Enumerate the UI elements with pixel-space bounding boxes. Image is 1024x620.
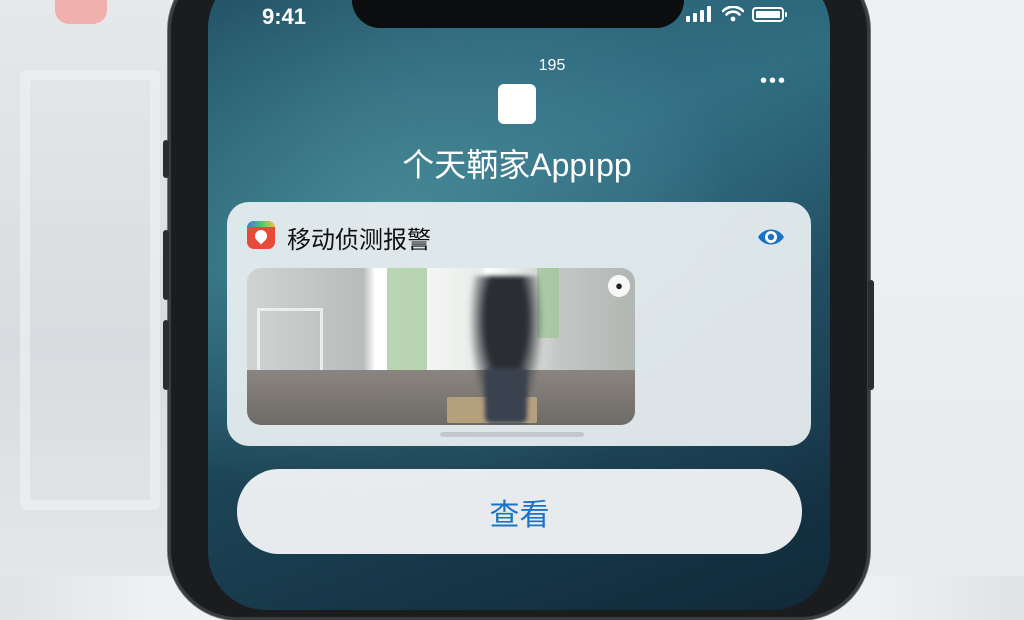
card-grabber[interactable] (440, 432, 584, 437)
background-right (864, 0, 1024, 576)
notification-counter: 195 (538, 57, 566, 74)
background-app-icon (55, 0, 107, 24)
battery-icon (752, 6, 787, 22)
card-app-icon (247, 221, 275, 249)
more-icon[interactable]: ••• (760, 70, 787, 93)
snapshot-person-legs (485, 368, 527, 423)
phone-volume-up (163, 230, 169, 300)
notification-title: 移动侦测报警 (287, 227, 431, 254)
signal-icon (686, 6, 711, 22)
eye-icon (758, 229, 784, 245)
background-window (20, 70, 160, 510)
app-title: 个天鞆家Appıpp (402, 147, 632, 183)
camera-badge-icon: ● (608, 275, 630, 297)
wifi-icon (722, 6, 744, 22)
status-icons (686, 6, 787, 22)
status-time: 9:41 (262, 4, 307, 29)
snapshot-floor (247, 370, 635, 425)
phone-silent-switch (163, 140, 169, 178)
background-left (0, 0, 170, 576)
phone-volume-down (163, 320, 169, 390)
snapshot-door-glass (387, 268, 427, 378)
notch (352, 0, 684, 28)
view-button[interactable]: 查看 (237, 469, 802, 554)
app-icon (498, 84, 536, 124)
camera-snapshot[interactable] (247, 268, 635, 425)
phone-side-button (868, 280, 874, 390)
